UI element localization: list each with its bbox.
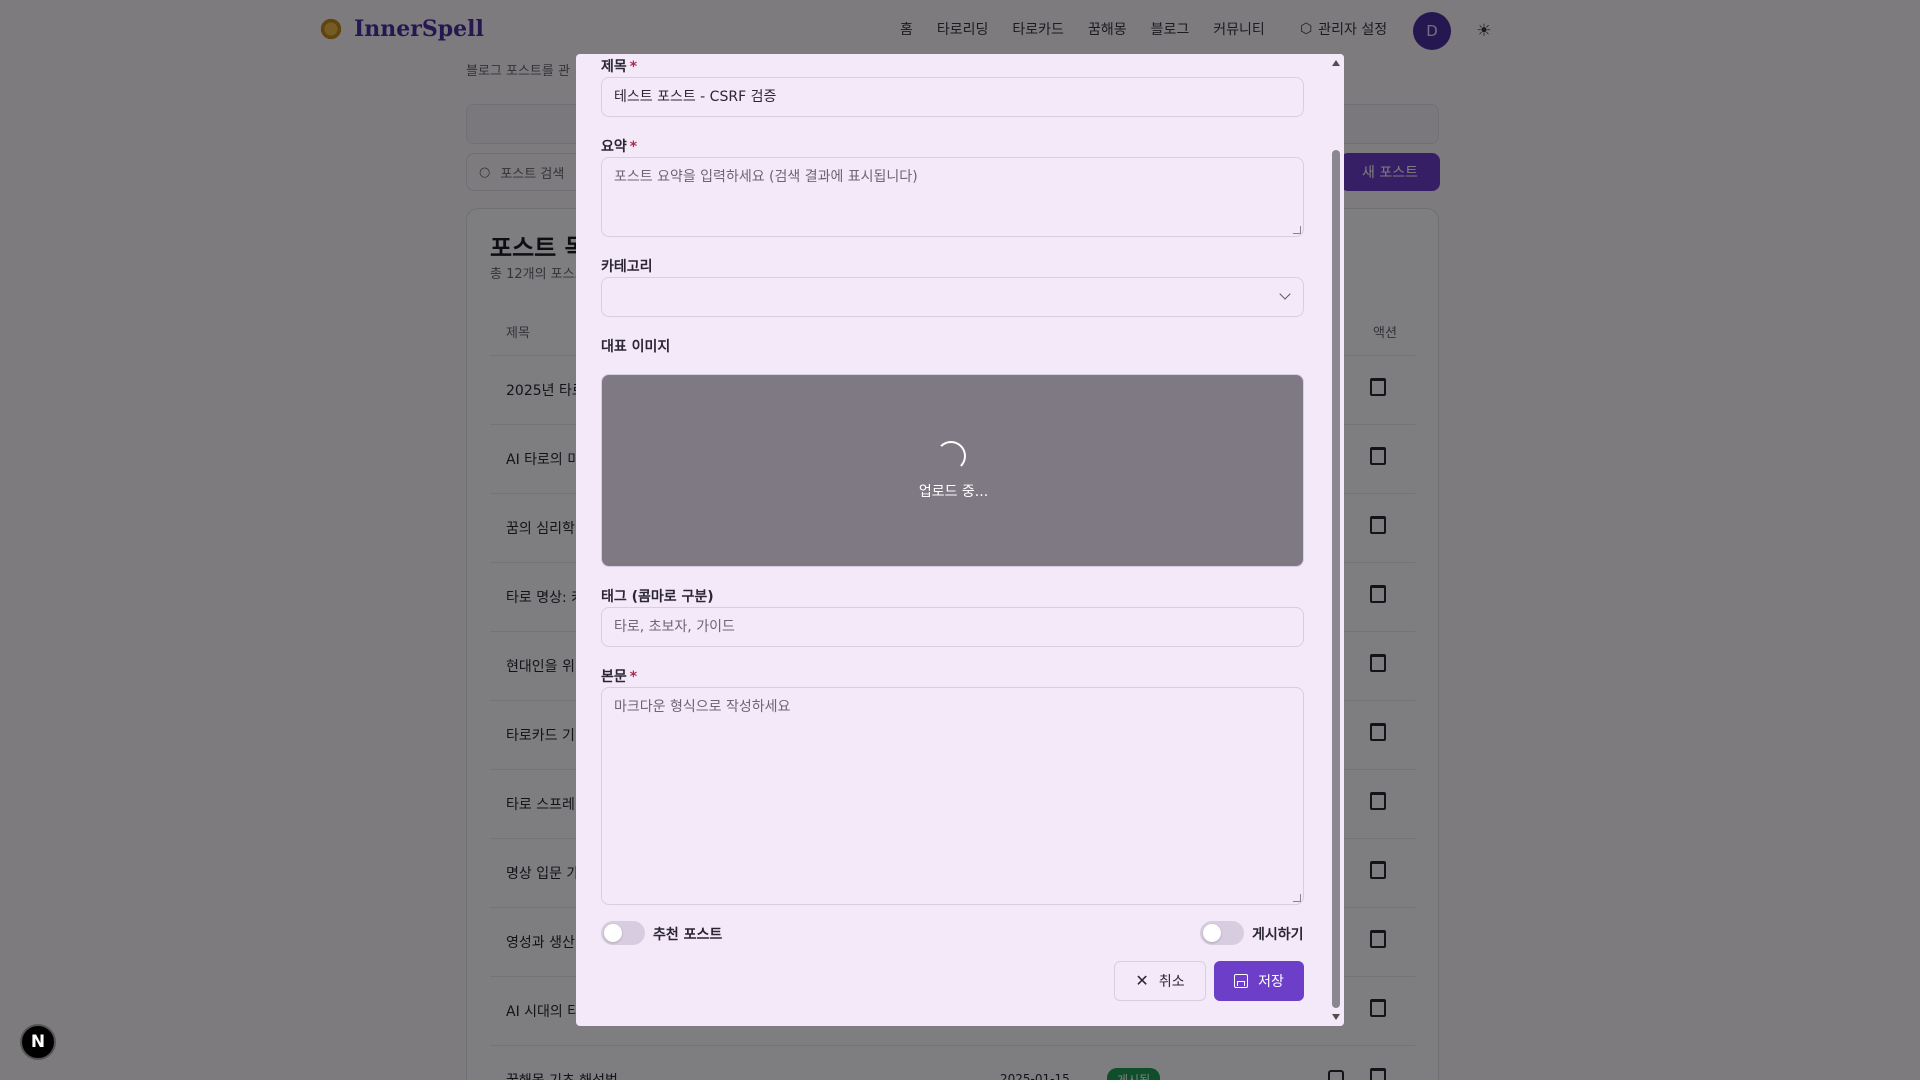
featured-toggle[interactable] [601, 921, 645, 945]
toggle-knob [604, 924, 622, 942]
toggle-knob [1203, 924, 1221, 942]
required-mark: * [629, 139, 638, 155]
required-mark: * [629, 669, 638, 685]
nextjs-dev-indicator[interactable]: N [20, 1024, 56, 1060]
summary-textarea[interactable]: 포스트 요약을 입력하세요 (검색 결과에 표시됩니다) [601, 157, 1304, 237]
scroll-down-arrow-icon[interactable] [1332, 1014, 1340, 1020]
close-icon: ✕ [1135, 971, 1149, 990]
title-label-text: 제목 [601, 59, 627, 75]
scrollbar-thumb[interactable] [1332, 150, 1340, 1008]
resize-handle-icon[interactable] [1293, 226, 1301, 234]
title-input[interactable]: 테스트 포스트 - CSRF 검증 [601, 77, 1304, 117]
modal-scrollbar[interactable] [1328, 54, 1344, 1026]
save-label: 저장 [1258, 974, 1284, 990]
save-icon [1234, 974, 1249, 988]
featured-label: 추천 포스트 [653, 927, 723, 943]
category-label: 카테고리 [601, 259, 653, 275]
body-placeholder: 마크다운 형식으로 작성하세요 [614, 699, 791, 715]
tags-input[interactable]: 타로, 초보자, 가이드 [601, 607, 1304, 647]
body-label: 본문 * [601, 666, 637, 686]
cancel-label: 취소 [1158, 974, 1185, 990]
summary-label: 요약 * [601, 136, 637, 156]
body-textarea[interactable]: 마크다운 형식으로 작성하세요 [601, 687, 1304, 905]
save-button[interactable]: 저장 [1214, 961, 1304, 1001]
upload-status-text: 업로드 중... [918, 484, 989, 500]
summary-placeholder: 포스트 요약을 입력하세요 (검색 결과에 표시됩니다) [614, 169, 918, 185]
body-label-text: 본문 [601, 669, 627, 685]
title-label: 제목 * [601, 56, 637, 76]
publish-toggle[interactable] [1200, 921, 1244, 945]
toggle-row: 추천 포스트 게시하기 [601, 921, 1304, 947]
scroll-up-arrow-icon[interactable] [1332, 60, 1340, 66]
publish-label: 게시하기 [1252, 927, 1304, 943]
category-select[interactable] [601, 277, 1304, 317]
required-mark: * [629, 59, 638, 75]
resize-handle-icon[interactable] [1293, 894, 1301, 902]
cancel-button[interactable]: ✕ 취소 [1114, 961, 1206, 1001]
loading-spinner-icon [936, 441, 966, 471]
featured-image-label: 대표 이미지 [601, 339, 671, 355]
post-editor-modal: 제목 * 테스트 포스트 - CSRF 검증 요약 * 포스트 요약을 입력하세요 … [576, 54, 1344, 1026]
tags-label: 태그 (콤마로 구분) [601, 589, 714, 605]
image-upload-area[interactable]: 업로드 중... [601, 374, 1304, 567]
summary-label-text: 요약 [601, 139, 627, 155]
chevron-down-icon [1279, 288, 1291, 300]
